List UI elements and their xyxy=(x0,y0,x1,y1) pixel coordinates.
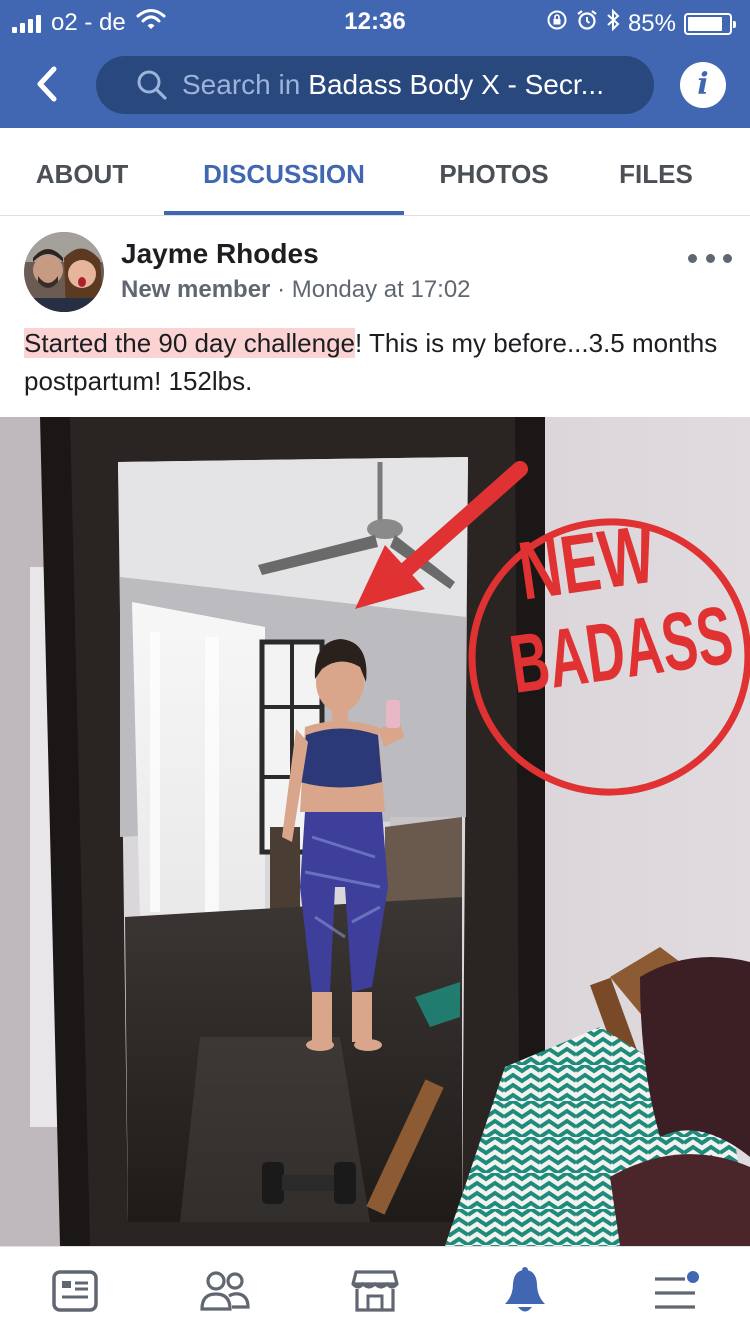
status-right: 85% xyxy=(546,8,736,39)
groups-icon[interactable] xyxy=(195,1261,255,1321)
battery-icon xyxy=(684,12,736,35)
tab-files[interactable]: FILES xyxy=(584,128,728,216)
member-badge: New member xyxy=(121,276,271,303)
post-text-highlight: Started the 90 day challenge xyxy=(24,328,356,358)
author-name[interactable]: Jayme Rhodes xyxy=(121,238,319,270)
marketplace-icon[interactable] xyxy=(345,1261,405,1321)
group-tabs: ABOUT DISCUSSION PHOTOS FILES xyxy=(0,128,750,216)
chevron-left-icon xyxy=(37,66,57,102)
orientation-lock-icon xyxy=(546,9,568,38)
menu-icon[interactable] xyxy=(645,1261,705,1321)
post-card: Jayme Rhodes New member · Monday at 17:0… xyxy=(0,216,750,416)
top-bar: o2 - de 12:36 85% Search in Badass Body … xyxy=(0,0,750,128)
tab-discussion[interactable]: DISCUSSION xyxy=(164,128,404,216)
post-photo[interactable]: NEW BADASS xyxy=(0,417,750,1246)
bluetooth-icon xyxy=(606,8,620,39)
notifications-bell-icon[interactable] xyxy=(495,1261,555,1321)
alarm-icon xyxy=(576,9,598,38)
meta-separator: · xyxy=(277,276,286,303)
group-nav: Search in Badass Body X - Secr... i xyxy=(0,48,750,124)
battery-percent: 85% xyxy=(627,9,676,37)
battery-level-fill xyxy=(688,16,722,31)
group-info-button[interactable]: i xyxy=(680,62,726,108)
post-text: Started the 90 day challenge! This is my… xyxy=(24,324,724,400)
search-icon xyxy=(136,69,168,108)
back-button[interactable] xyxy=(22,56,72,112)
news-feed-icon[interactable] xyxy=(45,1261,105,1321)
author-avatar[interactable] xyxy=(24,232,104,312)
more-options-icon[interactable] xyxy=(688,246,732,270)
search-placeholder: Search in xyxy=(182,69,301,100)
bottom-tab-bar xyxy=(0,1246,750,1334)
group-search-input[interactable]: Search in Badass Body X - Secr... xyxy=(96,56,654,114)
tab-photos[interactable]: PHOTOS xyxy=(404,128,584,216)
active-tab-indicator xyxy=(164,211,404,215)
post-meta: New member · Monday at 17:02 xyxy=(121,276,471,304)
post-timestamp[interactable]: Monday at 17:02 xyxy=(292,276,471,303)
tab-about[interactable]: ABOUT xyxy=(0,128,164,216)
search-group-name: Badass Body X - Secr... xyxy=(308,69,604,100)
status-bar: o2 - de 12:36 85% xyxy=(0,0,750,40)
